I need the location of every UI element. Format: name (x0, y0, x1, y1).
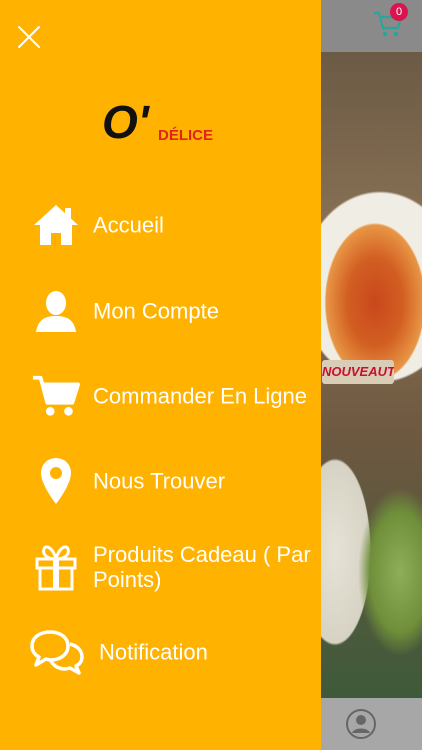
svg-text:O': O' (102, 96, 151, 146)
menu-item-notification[interactable]: Notification (0, 622, 321, 682)
brand-logo: O' DÉLICE (100, 96, 240, 148)
gift-icon (32, 543, 80, 591)
logo-mark: O' DÉLICE (102, 96, 213, 148)
close-button[interactable] (16, 24, 42, 50)
menu-item-commander-en-ligne[interactable]: Commander En Ligne (0, 366, 321, 426)
menu-item-produits-cadeau[interactable]: Produits Cadeau ( Par Points) (0, 537, 321, 597)
cart-icon (32, 372, 80, 420)
close-icon (18, 26, 40, 48)
menu-label-notification: Notification (99, 639, 208, 665)
location-pin-icon (32, 457, 80, 505)
menu-label-produits-cadeau: Produits Cadeau ( Par Points) (93, 542, 311, 592)
menu-item-accueil[interactable]: Accueil (0, 195, 321, 255)
banner-label: NOUVEAUTÉS (322, 364, 394, 379)
menu-item-mon-compte[interactable]: Mon Compte (0, 281, 321, 341)
menu-label-accueil: Accueil (93, 212, 164, 238)
profile-button[interactable] (345, 708, 377, 740)
menu-label-mon-compte: Mon Compte (93, 298, 219, 324)
svg-text:DÉLICE: DÉLICE (158, 127, 213, 144)
menu-label-nous-trouver: Nous Trouver (93, 468, 226, 494)
chat-bubbles-icon (30, 628, 84, 676)
new-products-banner[interactable]: NOUVEAUTÉS (322, 360, 394, 384)
menu-label-commander-en-ligne: Commander En Ligne (93, 383, 308, 409)
cart-count-badge: 0 (390, 3, 408, 21)
profile-icon (346, 709, 376, 739)
user-icon (32, 287, 80, 335)
home-icon (32, 201, 80, 249)
menu-item-nous-trouver[interactable]: Nous Trouver (0, 451, 321, 511)
navigation-drawer: O' DÉLICE Accueil Mon Compte Commander E… (0, 0, 321, 750)
